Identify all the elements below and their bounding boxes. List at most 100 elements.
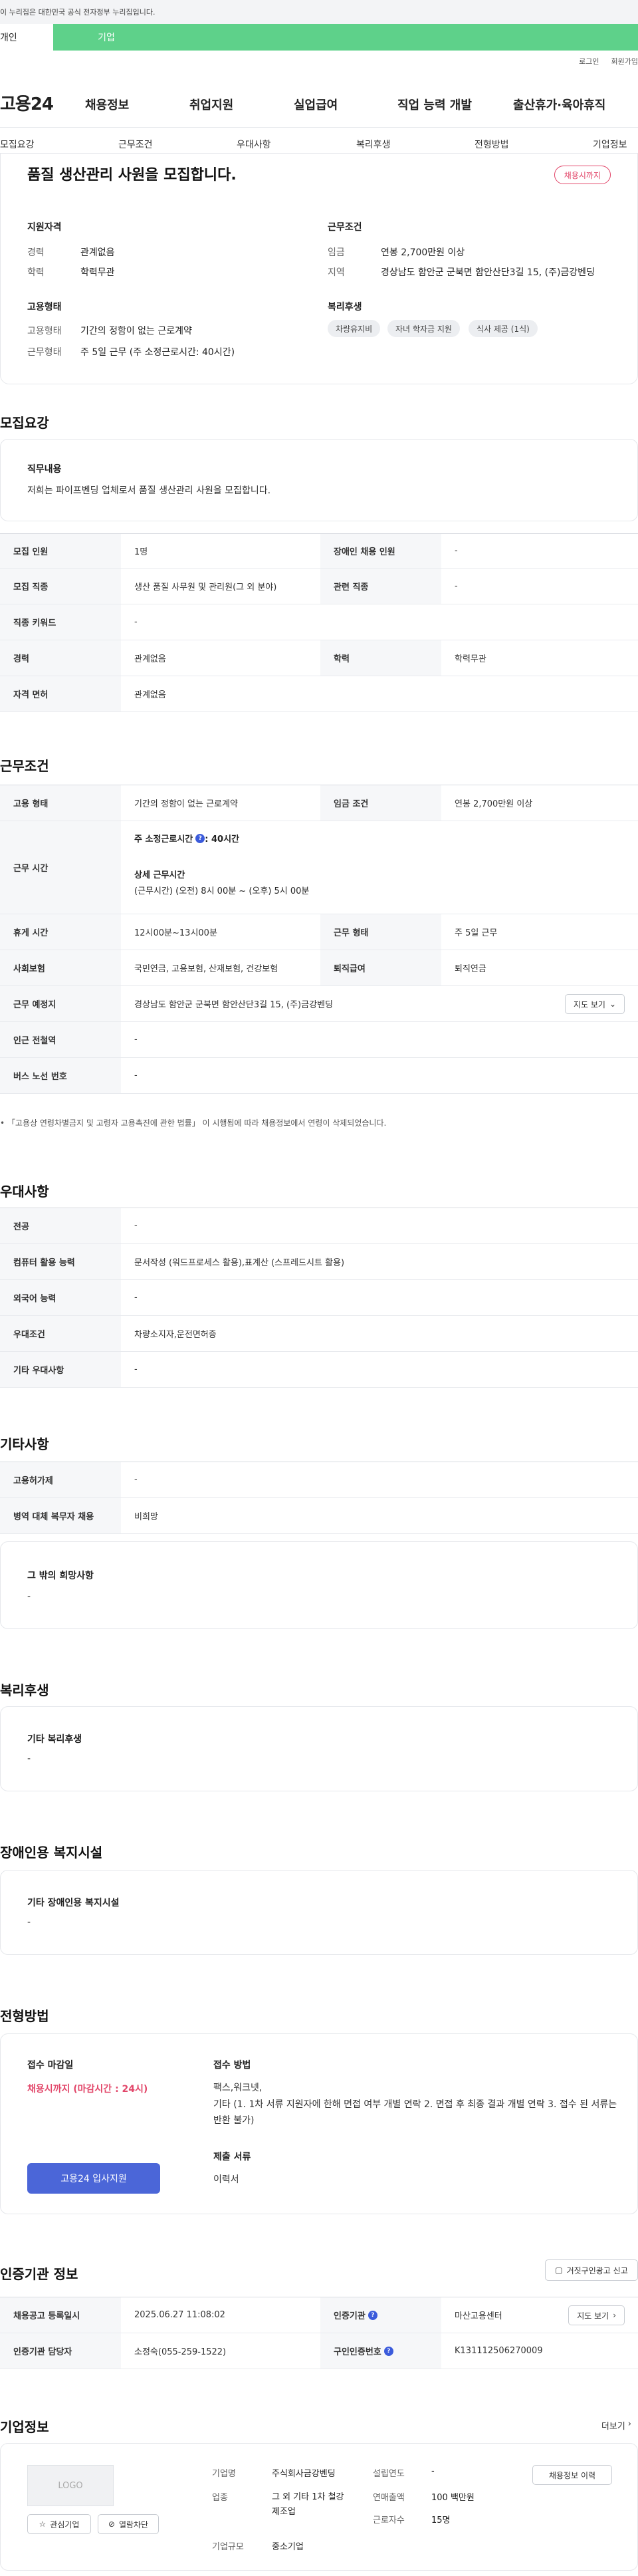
more-label: 더보기 [601, 2422, 625, 2432]
docs-value: 이력서 [213, 2174, 239, 2185]
gnb-parental-leave[interactable]: 출산휴가·육아휴직 [513, 96, 605, 113]
table-row: 직종 키워드 - [0, 604, 638, 640]
table-row: 병역 대체 복무자 채용 비희망 [0, 1498, 638, 1534]
table-cell: 12시00분~13시00분 [134, 928, 217, 938]
tab-work-conditions[interactable]: 근무조건 [118, 138, 153, 151]
interest-company-button[interactable]: ☆ 관심기업 [27, 2514, 91, 2534]
gnb-jobs[interactable]: 채용정보 [85, 96, 129, 113]
staff-value: 15명 [431, 2515, 451, 2525]
disabled-box: 기타 장애인용 복지시설 - [0, 1870, 638, 1955]
info-icon[interactable]: ? [195, 833, 205, 843]
table-header: 외국어 능력 [0, 1280, 121, 1315]
weekly-hours: 주 소정근로시간 ? : 40시간 [134, 832, 239, 844]
info-icon[interactable]: ? [368, 2310, 377, 2320]
table-row: 채용공고 등록일시 2025.06.27 11:08:02 인증기관? 마산고용… [0, 2297, 638, 2333]
table-row: 인근 전철역 - [0, 1022, 638, 1058]
agency-map-button[interactable]: 지도 보기 › [568, 2305, 625, 2325]
method-label: 접수 방법 [213, 2060, 251, 2071]
screening-section-title: 전형방법 [0, 2008, 49, 2024]
qualification-title: 지원자격 [27, 222, 62, 233]
table-cell: 비희망 [134, 1512, 158, 1522]
apply-button[interactable]: 고용24 입사지원 [27, 2163, 160, 2194]
job-desc-text: 저희는 파이프벤딩 업체로서 품질 생산관리 사원을 모집합니다. [27, 485, 271, 496]
welfare-box: 기타 복리후생 - [0, 1706, 638, 1791]
table-cell: 마산고용센터 [455, 2311, 502, 2321]
login-link[interactable]: 로그인 [579, 56, 599, 66]
agency-label: 인증기관 [334, 2311, 366, 2321]
weekly-hours-value: : 40시간 [205, 835, 239, 844]
emp-value: 기간의 정함이 없는 근로계약 [80, 326, 192, 336]
welfare-chip: 식사 제공 (1식) [469, 320, 538, 337]
table-row: 모집 인원 1명 장애인 채용 인원 - [0, 534, 638, 569]
job-history-button[interactable]: 채용정보 이력 [532, 2465, 612, 2485]
table-cell: 문서작성 (워드프로세스 활용),표계산 (스프레드시트 활용) [134, 1258, 345, 1268]
size-key: 기업규모 [212, 2542, 244, 2552]
tab-preferences[interactable]: 우대사항 [237, 138, 271, 151]
gnb-unemployment-benefit[interactable]: 실업급여 [294, 96, 338, 113]
map-view-label: 지도 보기 [577, 2311, 609, 2321]
deadline-label: 접수 마감일 [27, 2060, 74, 2071]
table-cell: - [134, 1475, 138, 1485]
welfare-chip: 자녀 학자금 지원 [387, 320, 460, 337]
signup-link[interactable]: 회원가입 [611, 56, 638, 66]
gnb-employment-support[interactable]: 취업지원 [189, 96, 233, 113]
sales-value: 100 백만원 [431, 2493, 475, 2503]
industry-value: 그 외 기타 1차 철강 제조업 [272, 2492, 344, 2517]
tab-recruit[interactable]: 모집요강 [0, 138, 35, 151]
table-cell: 주 5일 근무 [455, 928, 498, 938]
tab-screening[interactable]: 전형방법 [475, 138, 509, 151]
block-view-button[interactable]: ⊘ 열람차단 [98, 2514, 159, 2534]
company-more-link[interactable]: 더보기 › [601, 2419, 631, 2432]
disabled-label: 기타 장애인용 복지시설 [27, 1898, 120, 1908]
table-row: 사회보험 국민연금, 고용보험, 산재보험, 건강보험 퇴직급여 퇴직연금 [0, 950, 638, 986]
company-name-value: 주식회사금강벤딩 [272, 2469, 336, 2479]
table-header: 고용허가제 [0, 1462, 121, 1497]
report-label: 거짓구인광고 신고 [566, 2265, 628, 2275]
table-cell: - [134, 617, 138, 627]
pref-section-title: 우대사항 [0, 1184, 49, 1200]
hours-detail: (근무시간) (오전) 8시 00분 ~ (오후) 5시 00분 [134, 886, 310, 896]
company-logo: LOGO [27, 2465, 114, 2506]
tab-personal[interactable]: 개인 [0, 24, 53, 51]
chevron-right-icon: › [613, 2311, 616, 2320]
table-cell: 관계없음 [134, 654, 166, 664]
false-ad-report-button[interactable]: ▢ 거짓구인광고 신고 [545, 2259, 638, 2281]
info-icon[interactable]: ? [383, 2346, 393, 2356]
table-row: 휴게 시간 12시00분~13시00분 근무 형태 주 5일 근무 [0, 914, 638, 950]
tab-welfare[interactable]: 복리후생 [356, 138, 391, 151]
tab-corporate[interactable]: 기업 [53, 24, 160, 51]
table-row: 근무 예정지 경상남도 함안군 군북면 함안산단3길 15, (주)금강벤딩 지… [0, 986, 638, 1022]
gov-banner: 이 누리집은 대한민국 공식 전자정부 누리집입니다. [0, 0, 638, 24]
other-wishes-label: 그 밖의 희망사항 [27, 1571, 94, 1581]
table-cell: 관계없음 [134, 690, 166, 700]
site-logo[interactable]: 고용24 [0, 90, 73, 115]
gnb-vocational-training[interactable]: 직업 능력 개발 [397, 96, 472, 113]
table-header: 채용공고 등록일시 [0, 2297, 121, 2333]
table-row: 모집 직종 생산 품질 사무원 및 관리원(그 외 분야) 관련 직종 - [0, 569, 638, 604]
welfare-chip: 차량유지비 [328, 320, 381, 337]
other-wishes-box: 그 밖의 희망사항 - [0, 1541, 638, 1629]
table-cell: 퇴직연금 [455, 964, 486, 974]
map-view-button[interactable]: 지도 보기 ⌄ [564, 994, 625, 1014]
table-cell: 연봉 2,700만원 이상 [455, 799, 533, 809]
company-box: LOGO ☆ 관심기업 ⊘ 열람차단 기업명 주식회사금강벤딩 업종 그 외 기… [0, 2443, 638, 2571]
welfare-label: 기타 복리후생 [27, 1734, 82, 1745]
table-header: 인증기관 담당자 [0, 2333, 121, 2369]
company-name-key: 기업명 [212, 2469, 236, 2479]
table-header: 근무 시간 [0, 821, 121, 914]
company-section-title: 기업정보 [0, 2419, 49, 2435]
table-header: 관련 직종 [320, 569, 441, 604]
docs-label: 제출 서류 [213, 2152, 251, 2162]
tab-company[interactable]: 기업정보 [593, 138, 627, 151]
table-cell: - [134, 1071, 138, 1081]
block-label: 열람차단 [118, 2519, 149, 2529]
cond-value: 경상남도 함안군 군북면 함안산단3길 15, (주)금강벤딩 [381, 267, 595, 278]
table-cell: 학력무관 [455, 654, 486, 664]
qual-value: 학력무관 [80, 267, 115, 278]
welfare-title: 복리후생 [328, 302, 362, 313]
table-header: 인증기관? [320, 2297, 441, 2333]
table-cell: - [455, 581, 458, 591]
sales-key: 연매출액 [373, 2493, 405, 2503]
cond-key: 지역 [328, 267, 345, 278]
table-row: 근무 시간 주 소정근로시간 ? : 40시간 상세 근무시간 (근무시간) (… [0, 821, 638, 914]
